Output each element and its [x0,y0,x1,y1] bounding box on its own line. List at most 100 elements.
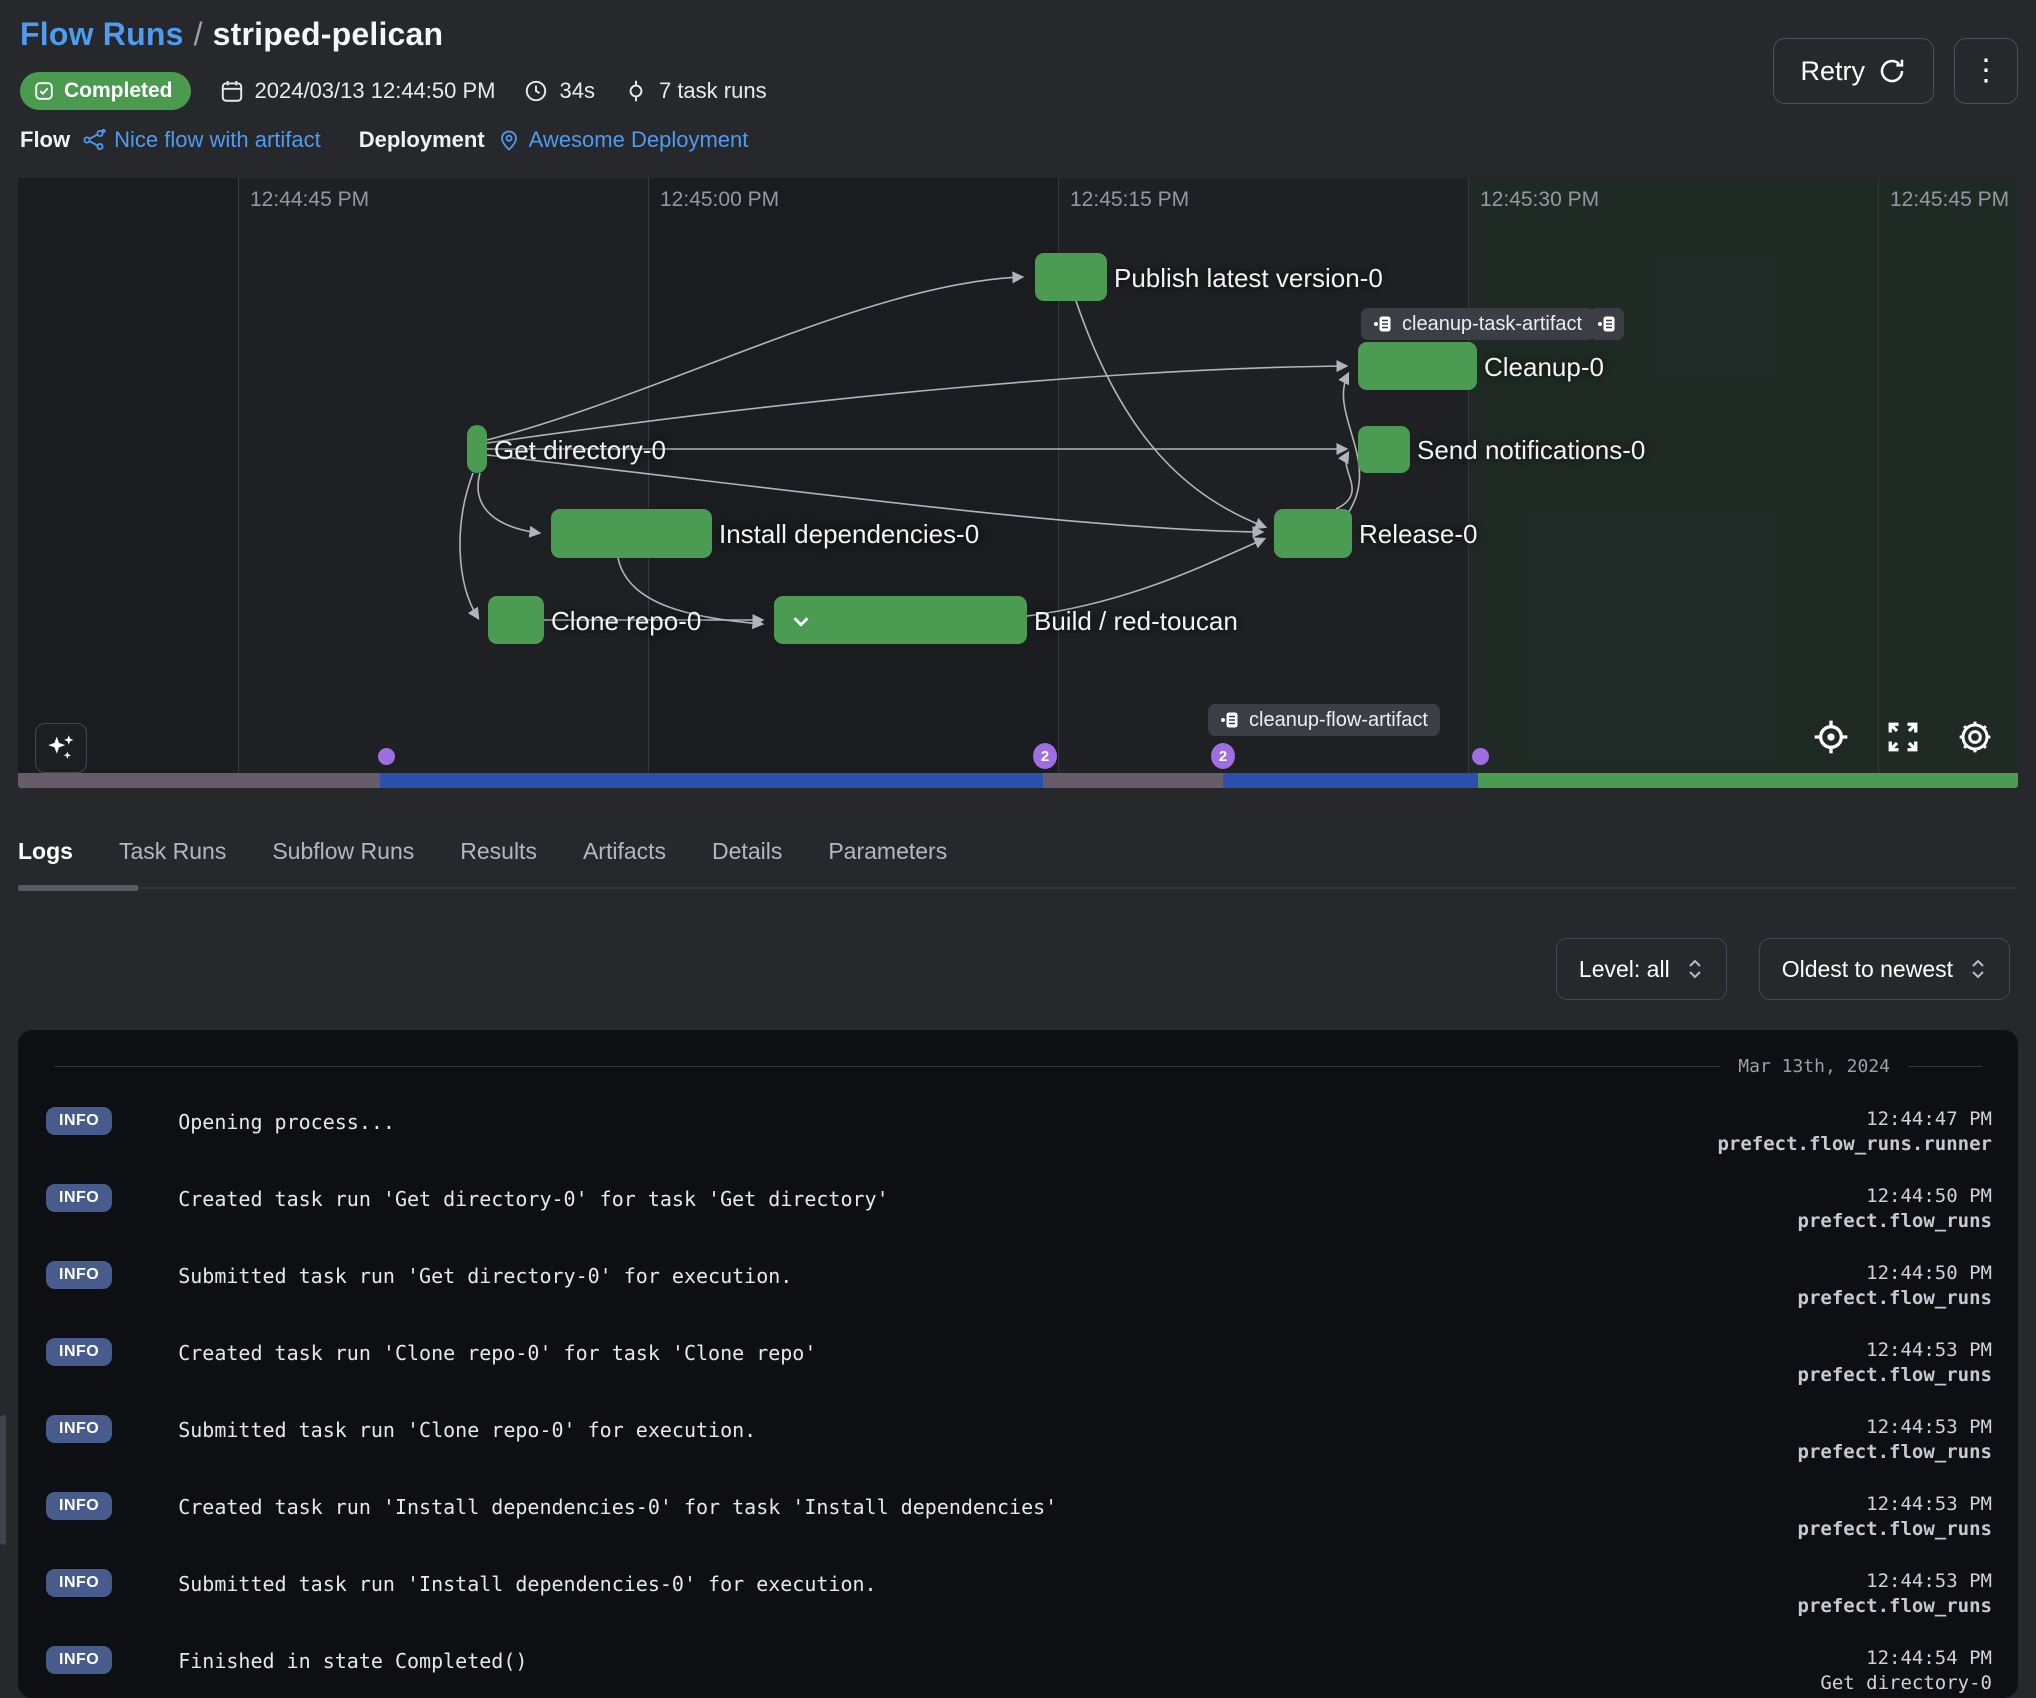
log-time: 12:44:50 PM [1798,1261,1992,1286]
log-logger: prefect.flow_runs [1798,1209,1992,1234]
log-message: Submitted task run 'Clone repo-0' for ex… [178,1415,1797,1442]
clock-icon [523,78,549,104]
ai-sparkle-button[interactable] [35,723,87,773]
log-panel[interactable]: Mar 13th, 2024 INFO Opening process... 1… [18,1030,2018,1698]
log-time: 12:44:50 PM [1798,1184,1992,1209]
log-row[interactable]: INFO Created task run 'Clone repo-0' for… [18,1322,2018,1399]
more-options-button[interactable]: ⋮ [1954,38,2018,104]
flow-label: Flow [20,127,70,153]
timeline-brush-bar[interactable] [18,773,2018,788]
log-time: 12:44:47 PM [1717,1107,1992,1132]
task-run-count: 7 task runs [623,78,767,104]
tab-parameters[interactable]: Parameters [828,838,947,865]
header: Flow Runs/striped-pelican Completed 2024… [20,16,767,153]
log-time: 12:44:53 PM [1798,1569,1992,1594]
task-node-get-directory[interactable] [467,425,487,473]
task-node-clone-repo[interactable] [488,596,544,644]
deployment-label: Deployment [359,127,485,153]
deployment-link[interactable]: Awesome Deployment [497,127,749,153]
subflow-node-build[interactable] [774,596,1027,644]
log-row[interactable]: INFO Submitted task run 'Clone repo-0' f… [18,1399,2018,1476]
timeline-panel[interactable]: 12:44:45 PM 12:45:00 PM 12:45:15 PM 12:4… [18,178,2018,788]
artifact-icon [1220,710,1240,730]
task-node-send-notifications[interactable] [1358,426,1410,473]
log-row[interactable]: INFO Submitted task run 'Install depende… [18,1553,2018,1630]
tab-subflow-runs[interactable]: Subflow Runs [272,838,414,865]
tab-artifacts[interactable]: Artifacts [583,838,666,865]
log-row[interactable]: INFO Created task run 'Get directory-0' … [18,1168,2018,1245]
log-level-badge: INFO [46,1107,112,1135]
page-scrollbar[interactable] [0,1415,6,1545]
task-node-release[interactable] [1274,509,1352,558]
sparkles-icon [44,731,78,765]
log-rows: INFO Opening process... 12:44:47 PMprefe… [18,1091,2018,1698]
chevron-down-icon[interactable] [788,608,814,634]
event-marker-count[interactable]: 2 [1211,743,1235,769]
log-row[interactable]: INFO Finished in state Completed() 12:44… [18,1630,2018,1698]
log-logger: prefect.flow_runs [1798,1594,1992,1619]
tab-task-runs[interactable]: Task Runs [119,838,226,865]
brush-segment [380,773,1043,788]
log-time: 12:44:54 PM [1798,1646,1992,1671]
task-label: Get directory-0 [494,437,666,463]
task-node-install-dependencies[interactable] [551,509,712,558]
event-marker-dot[interactable] [378,748,395,765]
breadcrumb: Flow Runs/striped-pelican [20,16,767,53]
cleanup-task-artifact-badge[interactable]: cleanup-task-artifact [1361,308,1594,340]
log-logger: prefect.flow_runs [1798,1517,1992,1542]
date-divider-label: Mar 13th, 2024 [1738,1056,1890,1077]
brush-segment [1223,773,1478,788]
fullscreen-icon[interactable] [1882,716,1924,758]
log-row[interactable]: INFO Created task run 'Install dependenc… [18,1476,2018,1553]
breadcrumb-separator: / [184,16,213,52]
task-label: Clone repo-0 [551,608,701,634]
flow-link[interactable]: Nice flow with artifact [82,127,321,153]
log-message: Created task run 'Clone repo-0' for task… [178,1338,1797,1365]
log-level-badge: INFO [46,1569,112,1597]
level-filter-dropdown[interactable]: Level: all [1556,938,1727,1000]
date-divider: Mar 13th, 2024 [54,1056,1982,1077]
sort-order-dropdown[interactable]: Oldest to newest [1759,938,2010,1000]
start-datetime: 2024/03/13 12:44:50 PM [219,78,496,104]
log-logger: prefect.flow_runs [1798,1440,1992,1465]
tab-bar: Logs Task Runs Subflow Runs Results Arti… [18,838,2018,889]
log-time: 12:44:53 PM [1798,1338,1992,1363]
chevron-up-down-icon [1969,957,1987,981]
tab-logs[interactable]: Logs [18,838,73,865]
log-row[interactable]: INFO Submitted task run 'Get directory-0… [18,1245,2018,1322]
header-actions: Retry ⋮ [1773,38,2018,104]
status-badge: Completed [20,72,191,110]
log-level-badge: INFO [46,1184,112,1212]
task-node-cleanup[interactable] [1358,342,1477,390]
tab-details[interactable]: Details [712,838,782,865]
log-message: Opening process... [178,1107,1717,1134]
log-message: Submitted task run 'Get directory-0' for… [178,1261,1797,1288]
retry-refresh-icon [1877,56,1907,86]
recenter-target-icon[interactable] [1810,716,1852,758]
task-label: Build / red-toucan [1034,608,1238,634]
cleanup-flow-artifact-badge[interactable]: cleanup-flow-artifact [1208,704,1440,736]
log-message: Created task run 'Get directory-0' for t… [178,1184,1797,1211]
log-message: Created task run 'Install dependencies-0… [178,1492,1797,1519]
log-row[interactable]: INFO Opening process... 12:44:47 PMprefe… [18,1091,2018,1168]
log-logger: prefect.flow_runs [1798,1286,1992,1311]
tab-results[interactable]: Results [460,838,537,865]
dependency-edges [18,178,2018,788]
artifact-badge-extra[interactable] [1590,308,1624,340]
settings-gear-icon[interactable] [1954,716,1996,758]
event-marker-count[interactable]: 2 [1033,743,1057,769]
log-level-badge: INFO [46,1415,112,1443]
breadcrumb-flow-runs-link[interactable]: Flow Runs [20,16,184,52]
log-time: 12:44:53 PM [1798,1415,1992,1440]
log-logger: prefect.flow_runs.runner [1717,1132,1992,1157]
log-level-badge: INFO [46,1492,112,1520]
task-label: Install dependencies-0 [719,521,979,547]
duration: 34s [523,78,594,104]
task-node-publish[interactable] [1035,253,1107,301]
event-marker-dot[interactable] [1472,748,1489,765]
flow-icon [82,128,106,152]
kebab-icon: ⋮ [1971,54,2001,87]
retry-button[interactable]: Retry [1773,38,1934,104]
log-level-badge: INFO [46,1261,112,1289]
task-runs-icon [623,78,649,104]
